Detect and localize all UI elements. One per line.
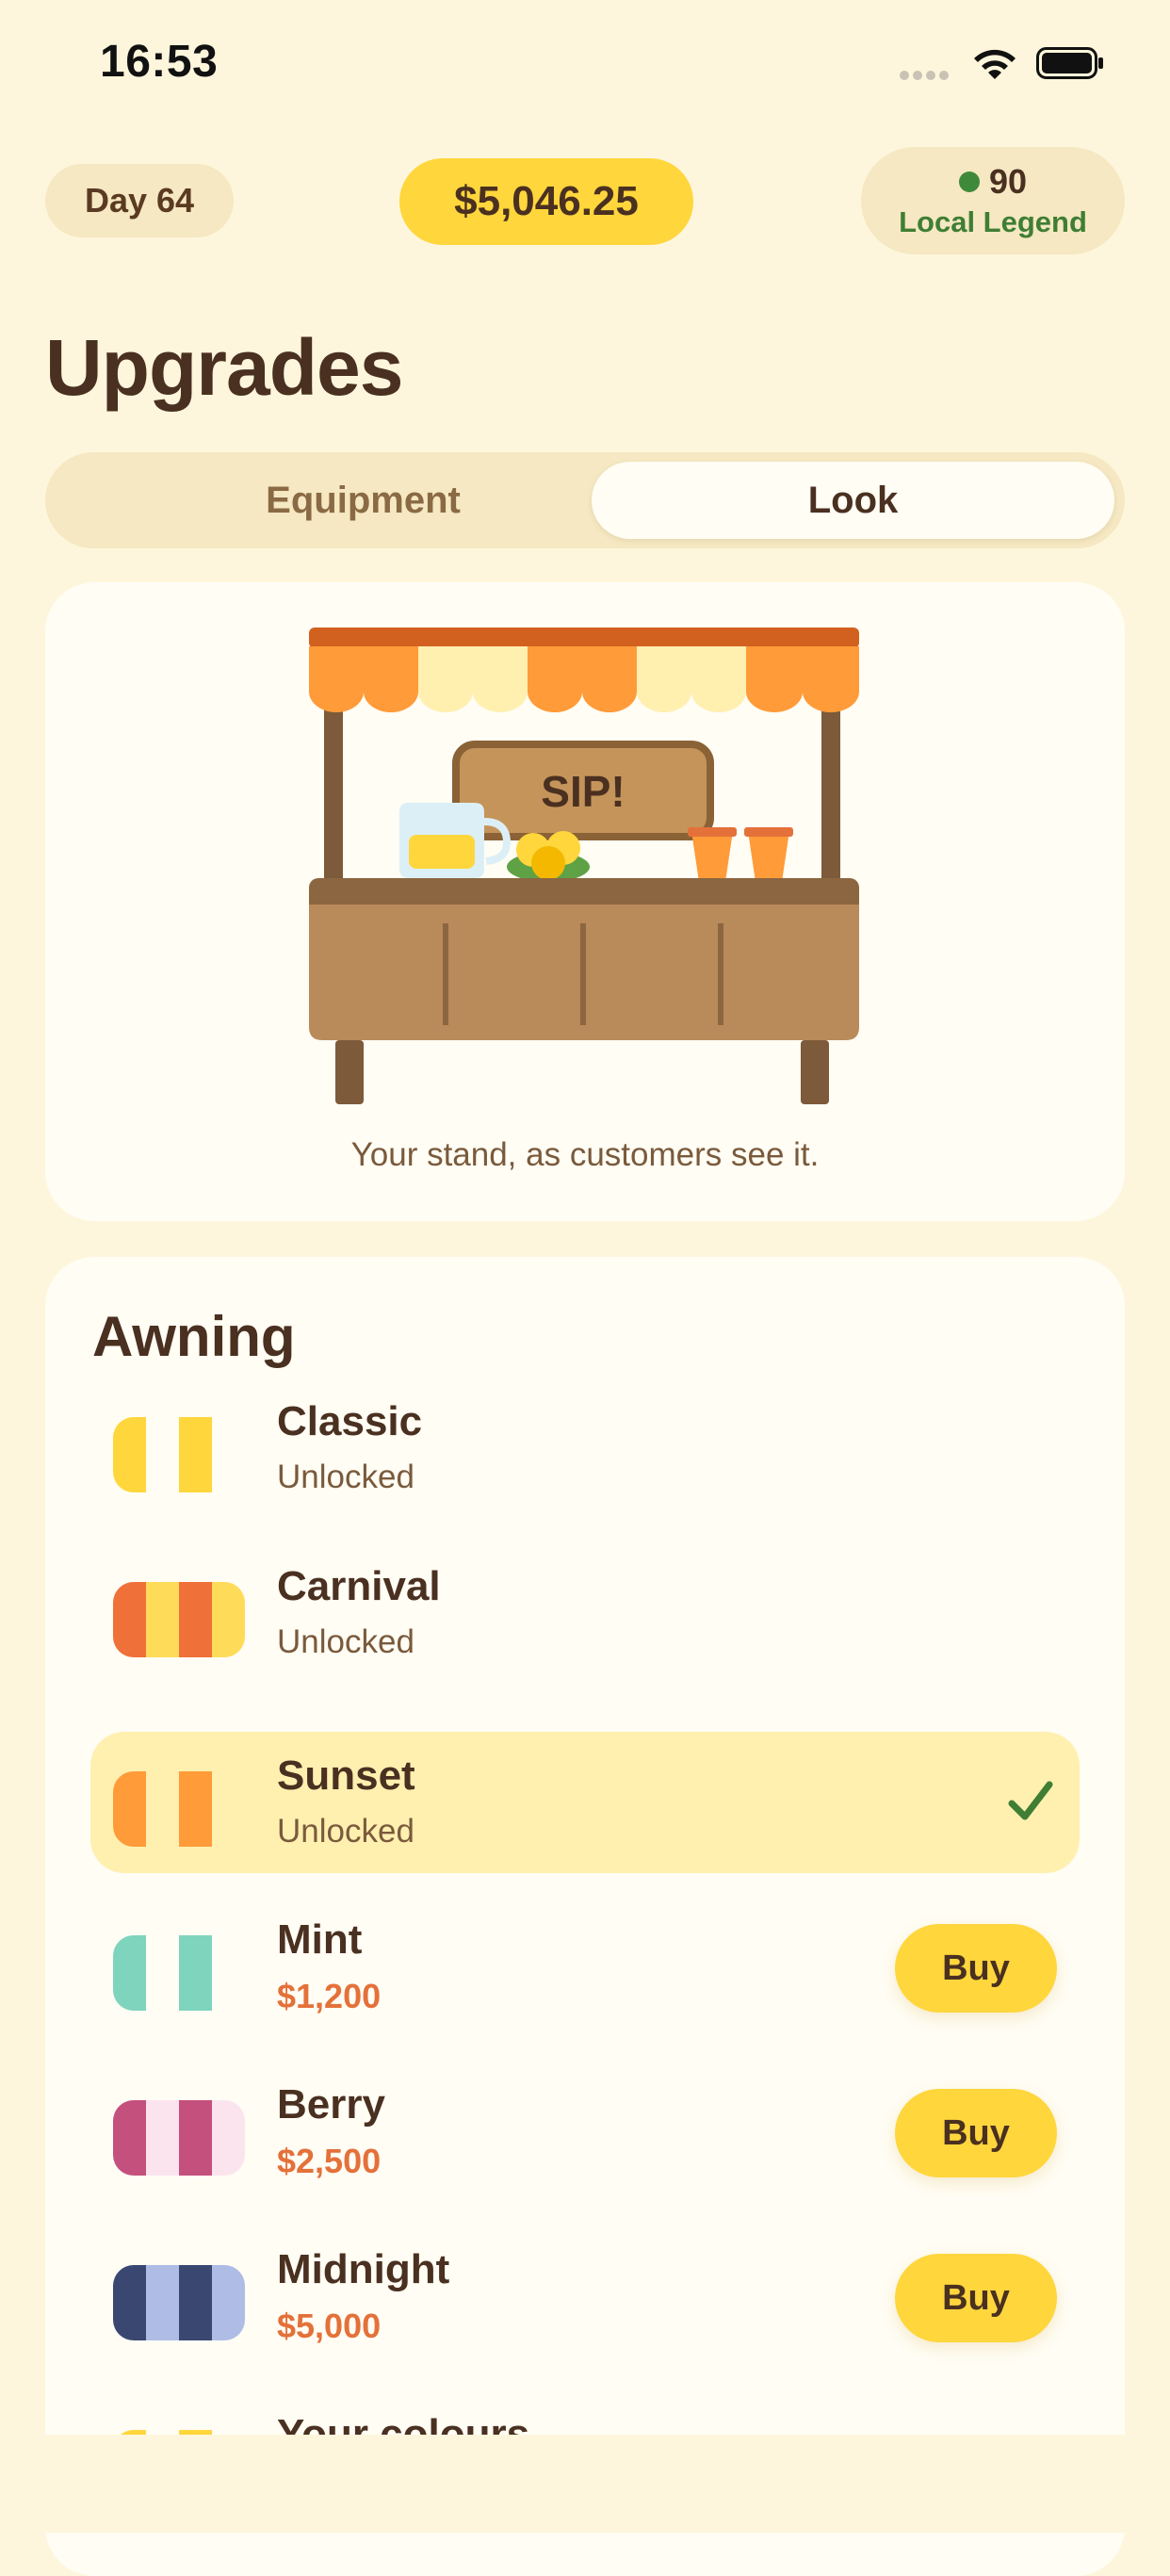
reputation-score: 90 [988,162,1028,201]
awning-name: Berry [277,2081,385,2128]
awning-status: Unlocked [277,1813,414,1850]
awning-name: Midnight [277,2246,450,2292]
awning-option-midnight[interactable]: Midnight $5,000 Buy [90,2225,1080,2367]
lemonade-stand-illustration: SIP! [309,628,859,1104]
buy-button-berry[interactable]: Buy [895,2089,1057,2177]
balance-badge: $5,046.25 [399,158,693,245]
reputation-badge[interactable]: 90 Local Legend [861,147,1125,254]
awning-option-berry[interactable]: Berry $2,500 Buy [90,2061,1080,2202]
tab-equipment[interactable]: Equipment [102,462,625,539]
tab-look[interactable]: Look [592,462,1114,539]
reputation-label: Local Legend [899,205,1087,238]
reputation-dot-icon [958,171,980,192]
awning-option-sunset[interactable]: Sunset Unlocked [90,1732,1080,1873]
day-badge: Day 64 [45,164,234,237]
awning-swatch-classic [113,1417,245,1492]
preview-caption: Your stand, as customers see it. [350,1136,820,1173]
awning-option-mint[interactable]: Mint $1,200 Buy [90,1896,1080,2037]
checkmark-icon [1008,1781,1053,1820]
awning-status: Unlocked [277,1459,414,1495]
awning-price: $5,000 [277,2307,382,2345]
awning-swatch-midnight [113,2265,245,2340]
awning-name: Classic [277,1398,423,1444]
awning-name: Mint [277,1916,363,1963]
awning-swatch-sunset [113,1771,245,1847]
awning-swatch-berry [113,2100,245,2176]
page-title: Upgrades [45,323,403,412]
awning-name: Sunset [277,1753,415,1799]
awning-name: Carnival [277,1563,441,1609]
wifi-icon [974,49,1016,79]
status-time: 16:53 [100,37,219,87]
awning-swatch-carnival [113,1582,245,1657]
awning-status: Unlocked [277,1623,414,1660]
bottom-safe-area [0,2435,1170,2533]
awning-swatch-mint [113,1935,245,2011]
awning-option-classic[interactable]: Classic Unlocked [90,1378,1080,1519]
buy-button-mint[interactable]: Buy [895,1924,1057,2013]
awning-price: $1,200 [277,1977,382,2015]
stand-sign-text: SIP! [541,767,625,816]
section-title-awning: Awning [92,1305,296,1368]
awning-price: $2,500 [277,2142,382,2180]
cellular-signal-icon [900,68,952,80]
battery-icon [1036,47,1103,79]
segmented-control: Equipment Look [45,452,1125,548]
buy-button-midnight[interactable]: Buy [895,2254,1057,2342]
awning-option-carnival[interactable]: Carnival Unlocked [90,1542,1080,1684]
